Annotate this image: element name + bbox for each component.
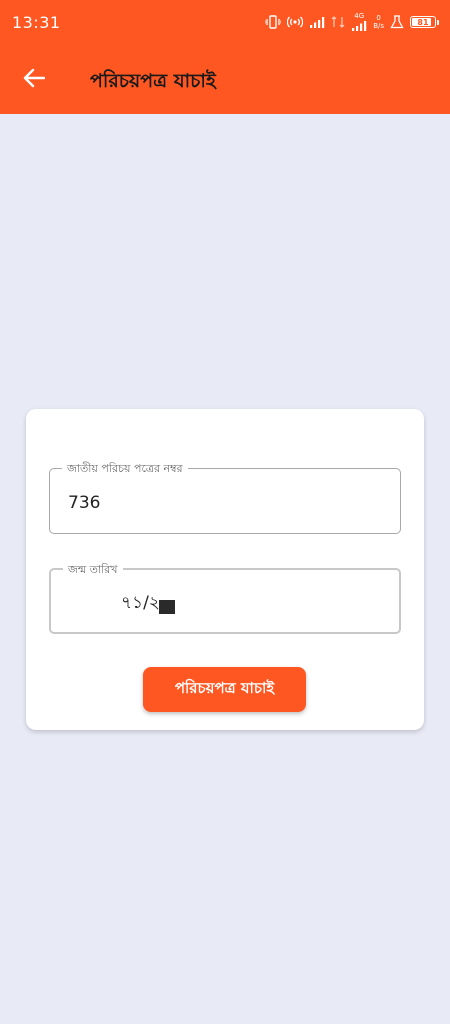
status-icons: 4G 0 B/s 81 (265, 12, 439, 32)
speed-unit: B/s (373, 22, 384, 30)
nid-field-label: জাতীয় পরিচয় পত্রের নম্বর (62, 460, 188, 479)
redaction-mark (159, 600, 175, 614)
signal-icon-2 (331, 15, 345, 29)
nid-field[interactable]: জাতীয় পরিচয় পত্রের নম্বর (49, 460, 401, 534)
network-type: 4G (354, 12, 365, 20)
verification-card: জাতীয় পরিচয় পত্রের নম্বর জন্ম তারিখ পর… (26, 409, 424, 730)
nid-input[interactable] (68, 489, 368, 517)
status-bar: 13:31 4G 0 B/s 81 (0, 0, 450, 46)
data-speed: 0 B/s (373, 14, 384, 30)
speed-value: 0 (376, 14, 381, 22)
dob-field[interactable]: জন্ম তারিখ (49, 561, 421, 634)
app-bar: পরিচয়পত্র যাচাই (0, 46, 450, 114)
signal-4g-icon: 4G (351, 13, 367, 31)
signal-icon (309, 15, 325, 29)
dob-field-label: জন্ম তারিখ (63, 561, 123, 580)
status-time: 13:31 (12, 13, 61, 32)
hotspot-icon (287, 15, 304, 29)
page-title: পরিচয়পত্র যাচাই (90, 70, 216, 92)
lab-icon (390, 15, 404, 29)
verify-button[interactable]: পরিচয়পত্র যাচাই (143, 667, 306, 712)
battery-level: 81 (417, 17, 429, 27)
back-button[interactable] (14, 60, 54, 100)
battery-icon: 81 (410, 16, 439, 28)
arrow-left-icon (23, 68, 46, 92)
vibrate-icon (265, 15, 282, 29)
